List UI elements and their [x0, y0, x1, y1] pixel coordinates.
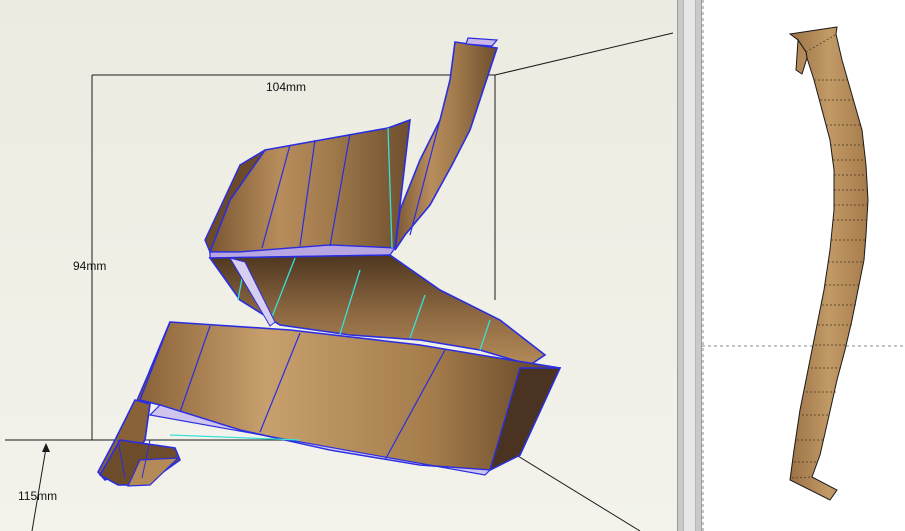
height-dimension-label: 94mm	[73, 259, 107, 273]
papercraft-editor: 104mm 94mm 115mm	[0, 0, 905, 531]
unfolded-strip-part[interactable]	[788, 26, 869, 501]
width-dimension-label: 104mm	[266, 80, 307, 94]
3d-model-viewport[interactable]: 104mm 94mm 115mm	[0, 0, 677, 531]
2d-unfold-sheet[interactable]	[702, 0, 905, 531]
unfold-canvas	[702, 0, 905, 531]
depth-dimension-label: 115mm	[18, 489, 58, 503]
pane-splitter[interactable]	[677, 0, 702, 531]
model-upper-arm	[204, 37, 499, 259]
dimension-arrow	[42, 443, 50, 452]
splitter-grip[interactable]	[683, 0, 696, 531]
